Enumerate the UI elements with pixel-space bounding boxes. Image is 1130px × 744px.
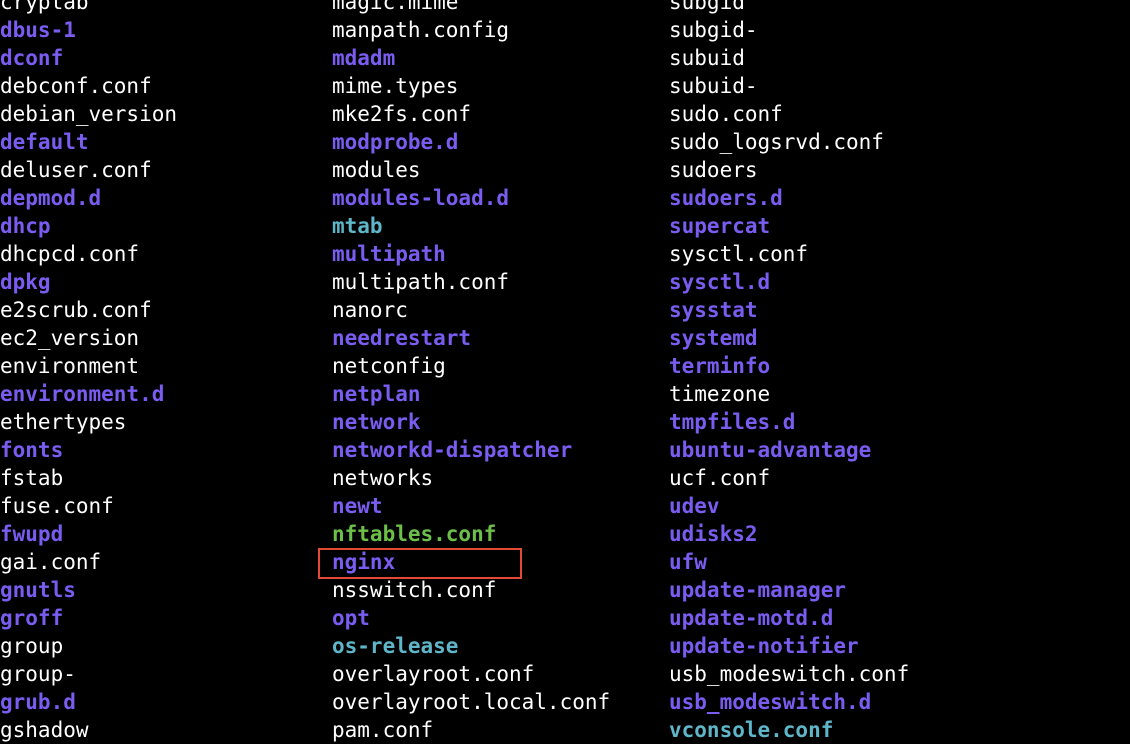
listing-entry: multipath <box>332 242 446 266</box>
listing-entry: ec2_version <box>0 326 140 350</box>
listing-entry: ucf.conf <box>669 466 771 490</box>
listing-entry: gshadow <box>0 718 89 742</box>
listing-entry: usb_modeswitch.conf <box>669 662 910 686</box>
listing-entry: dhcp <box>0 214 51 238</box>
listing-entry: modules <box>332 158 421 182</box>
listing-entry: udisks2 <box>669 522 758 546</box>
listing-entry: needrestart <box>332 326 472 350</box>
listing-entry: nftables.conf <box>332 522 497 546</box>
listing-entry: debian_version <box>0 102 178 126</box>
listing-entry: ubuntu-advantage <box>669 438 872 462</box>
listing-entry: multipath.conf <box>332 270 510 294</box>
listing-entry: debconf.conf <box>0 74 152 98</box>
listing-entry: subgid- <box>669 18 758 42</box>
listing-entry: update-notifier <box>669 634 859 658</box>
listing-entry: overlayroot.local.conf <box>332 690 611 714</box>
listing-entry: group- <box>0 662 76 686</box>
listing-entry: modules-load.d <box>332 186 510 210</box>
listing-column-2: magic.mime manpath.config mdadm mime.types m… <box>332 0 610 744</box>
listing-entry: pam.conf <box>332 718 434 742</box>
listing-entry: mke2fs.conf <box>332 102 472 126</box>
listing-entry: networks <box>332 466 434 490</box>
listing-entry: fstab <box>0 466 64 490</box>
listing-entry: group <box>0 634 64 658</box>
listing-entry: fwupd <box>0 522 64 546</box>
listing-entry: network <box>332 410 421 434</box>
listing-entry: magic.mime <box>332 0 459 14</box>
listing-entry: networkd-dispatcher <box>332 438 573 462</box>
listing-entry-nginx: nginx <box>332 550 396 574</box>
listing-entry: dhcpcd.conf <box>0 242 140 266</box>
listing-entry: newt <box>332 494 383 518</box>
listing-entry: dpkg <box>0 270 51 294</box>
terminal-window[interactable]: cryptab dbus-1 dconf debconf.conf debian_ver… <box>0 0 1130 744</box>
listing-column-3: subgid subgid-subuid subuid-sudo.conf sudo_… <box>669 0 909 744</box>
listing-entry: ethertypes <box>0 410 127 434</box>
listing-entry: tmpfiles.d <box>669 410 796 434</box>
listing-entry: groff <box>0 606 64 630</box>
listing-entry: depmod.d <box>0 186 102 210</box>
listing-entry: nanorc <box>332 298 408 322</box>
listing-entry: gnutls <box>0 578 76 602</box>
listing-entry: usb_modeswitch.d <box>669 690 872 714</box>
listing-entry: grub.d <box>0 690 76 714</box>
listing-entry: systemd <box>669 326 758 350</box>
listing-entry: opt <box>332 606 370 630</box>
listing-entry: cryptab <box>0 0 89 14</box>
listing-entry: environment.d <box>0 382 165 406</box>
listing-entry: update-motd.d <box>669 606 834 630</box>
listing-entry: netconfig <box>332 354 446 378</box>
listing-entry: dbus-1 <box>0 18 76 42</box>
listing-entry: fonts <box>0 438 64 462</box>
listing-entry: terminfo <box>669 354 771 378</box>
listing-entry: environment <box>0 354 140 378</box>
listing-entry: overlayroot.conf <box>332 662 535 686</box>
listing-entry: sudoers.d <box>669 186 783 210</box>
listing-entry: subuid <box>669 46 745 70</box>
listing-entry: modprobe.d <box>332 130 459 154</box>
listing-entry: timezone <box>669 382 771 406</box>
listing-column-1: cryptab dbus-1 dconf debconf.conf debian_ver… <box>0 0 177 744</box>
listing-entry: ufw <box>669 550 707 574</box>
listing-entry: sysctl.d <box>669 270 771 294</box>
listing-entry: nsswitch.conf <box>332 578 497 602</box>
listing-entry: sysctl.conf <box>669 242 809 266</box>
listing-entry: manpath.config <box>332 18 510 42</box>
listing-entry: deluser.conf <box>0 158 152 182</box>
listing-entry: gai.conf <box>0 550 102 574</box>
listing-entry: udev <box>669 494 720 518</box>
listing-entry: e2scrub.conf <box>0 298 152 322</box>
listing-entry: mdadm <box>332 46 396 70</box>
listing-entry: sudo_logsrvd.conf <box>669 130 884 154</box>
listing-entry: update-manager <box>669 578 847 602</box>
listing-entry: sysstat <box>669 298 758 322</box>
listing-entry: supercat <box>669 214 771 238</box>
listing-entry: os-release <box>332 634 459 658</box>
listing-entry: dconf <box>0 46 64 70</box>
listing-entry: subgid <box>669 0 745 14</box>
listing-entry: subuid- <box>669 74 758 98</box>
listing-entry: fuse.conf <box>0 494 114 518</box>
listing-entry: sudo.conf <box>669 102 783 126</box>
listing-entry: vconsole.conf <box>669 718 834 742</box>
listing-entry: default <box>0 130 89 154</box>
listing-entry: mtab <box>332 214 383 238</box>
listing-entry: sudoers <box>669 158 758 182</box>
listing-entry: mime.types <box>332 74 459 98</box>
listing-entry: netplan <box>332 382 421 406</box>
